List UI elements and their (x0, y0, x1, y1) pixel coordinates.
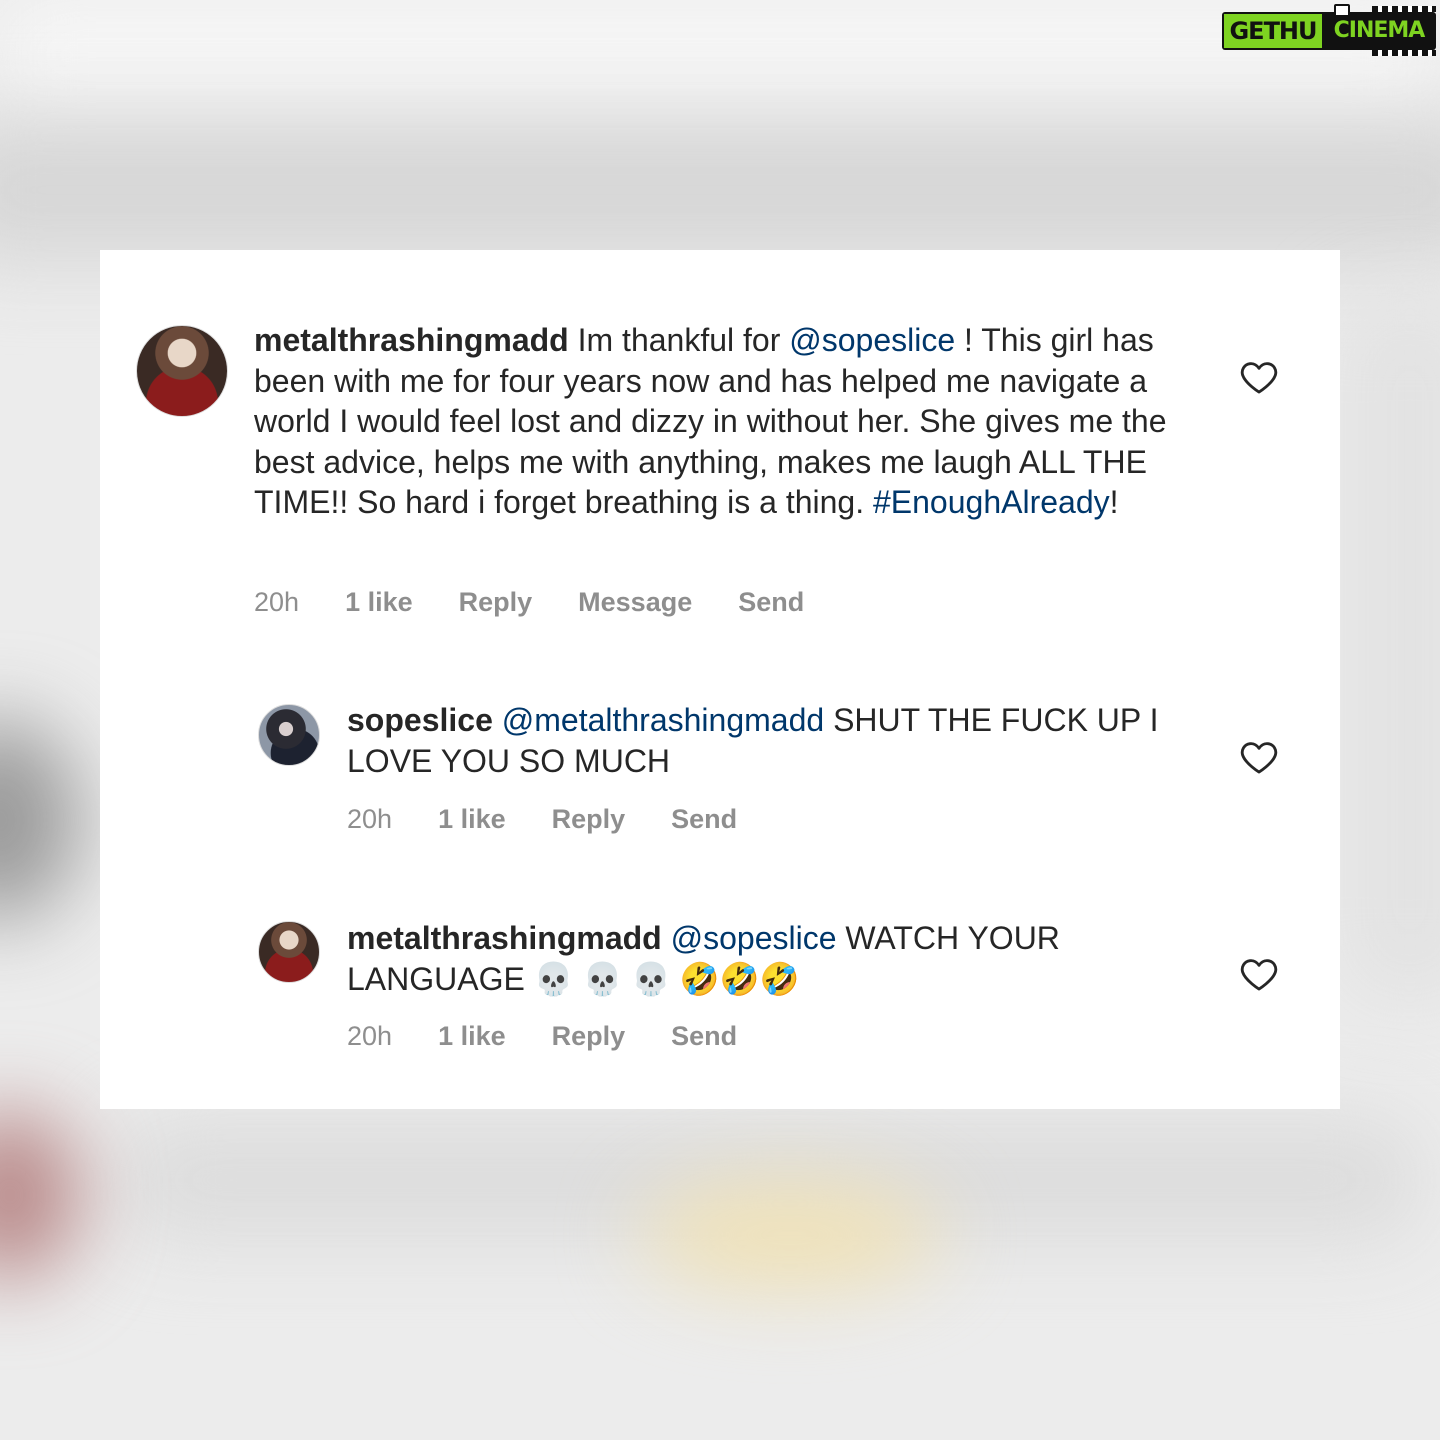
background-blur (0, 1110, 80, 1280)
comment-meta: 20h 1 like Reply Send (347, 804, 783, 835)
logo-text-left: GETHU (1224, 14, 1322, 48)
mention-link[interactable]: @sopeslice (789, 322, 955, 358)
send-button[interactable]: Send (671, 804, 737, 835)
likes-count[interactable]: 1 like (345, 587, 413, 618)
timestamp: 20h (347, 1021, 393, 1051)
logo-text-right: CINEMA (1333, 18, 1426, 43)
comment-body (662, 920, 671, 956)
film-strip-icon (1372, 50, 1436, 56)
mention-link[interactable]: @sopeslice (671, 920, 837, 956)
comment-text: sopeslice @metalthrashingmadd SHUT THE F… (347, 700, 1197, 781)
background-blur (0, 720, 80, 920)
comment-body (493, 702, 502, 738)
reply-button[interactable]: Reply (459, 587, 533, 618)
message-button[interactable]: Message (578, 587, 692, 618)
comments-card: metalthrashingmadd Im thankful for @sope… (100, 250, 1340, 1109)
film-strip-icon (1372, 6, 1436, 12)
comment-body: ! (1109, 484, 1119, 520)
likes-count[interactable]: 1 like (438, 1021, 506, 1052)
comment-text: metalthrashingmadd Im thankful for @sope… (254, 320, 1194, 523)
avatar[interactable] (258, 704, 320, 766)
username[interactable]: metalthrashingmadd (347, 920, 662, 956)
comment-text: metalthrashingmadd @sopeslice WATCH YOUR… (347, 918, 1197, 999)
camera-icon (1334, 4, 1350, 17)
avatar[interactable] (136, 325, 228, 417)
background-blur (1340, 300, 1440, 1000)
hashtag-link[interactable]: #EnoughAlready (873, 484, 1110, 520)
watermark-logo: GETHU CINEMA (1222, 4, 1436, 56)
comment-meta: 20h 1 like Reply Message Send (254, 587, 850, 618)
background-blur (0, 120, 1440, 260)
timestamp: 20h (347, 804, 393, 834)
reply-button[interactable]: Reply (552, 1021, 626, 1052)
comment-meta: 20h 1 like Reply Send (347, 1021, 783, 1052)
send-button[interactable]: Send (738, 587, 804, 618)
username[interactable]: metalthrashingmadd (254, 322, 569, 358)
heart-icon[interactable] (1240, 359, 1278, 395)
username[interactable]: sopeslice (347, 702, 493, 738)
reply-button[interactable]: Reply (552, 804, 626, 835)
heart-icon[interactable] (1240, 956, 1278, 992)
comment-body: Im thankful for (568, 322, 790, 358)
heart-icon[interactable] (1240, 739, 1278, 775)
likes-count[interactable]: 1 like (438, 804, 506, 835)
avatar[interactable] (258, 921, 320, 983)
timestamp: 20h (254, 587, 300, 617)
background-blur (640, 1180, 940, 1290)
send-button[interactable]: Send (671, 1021, 737, 1052)
mention-link[interactable]: @metalthrashingmadd (502, 702, 824, 738)
